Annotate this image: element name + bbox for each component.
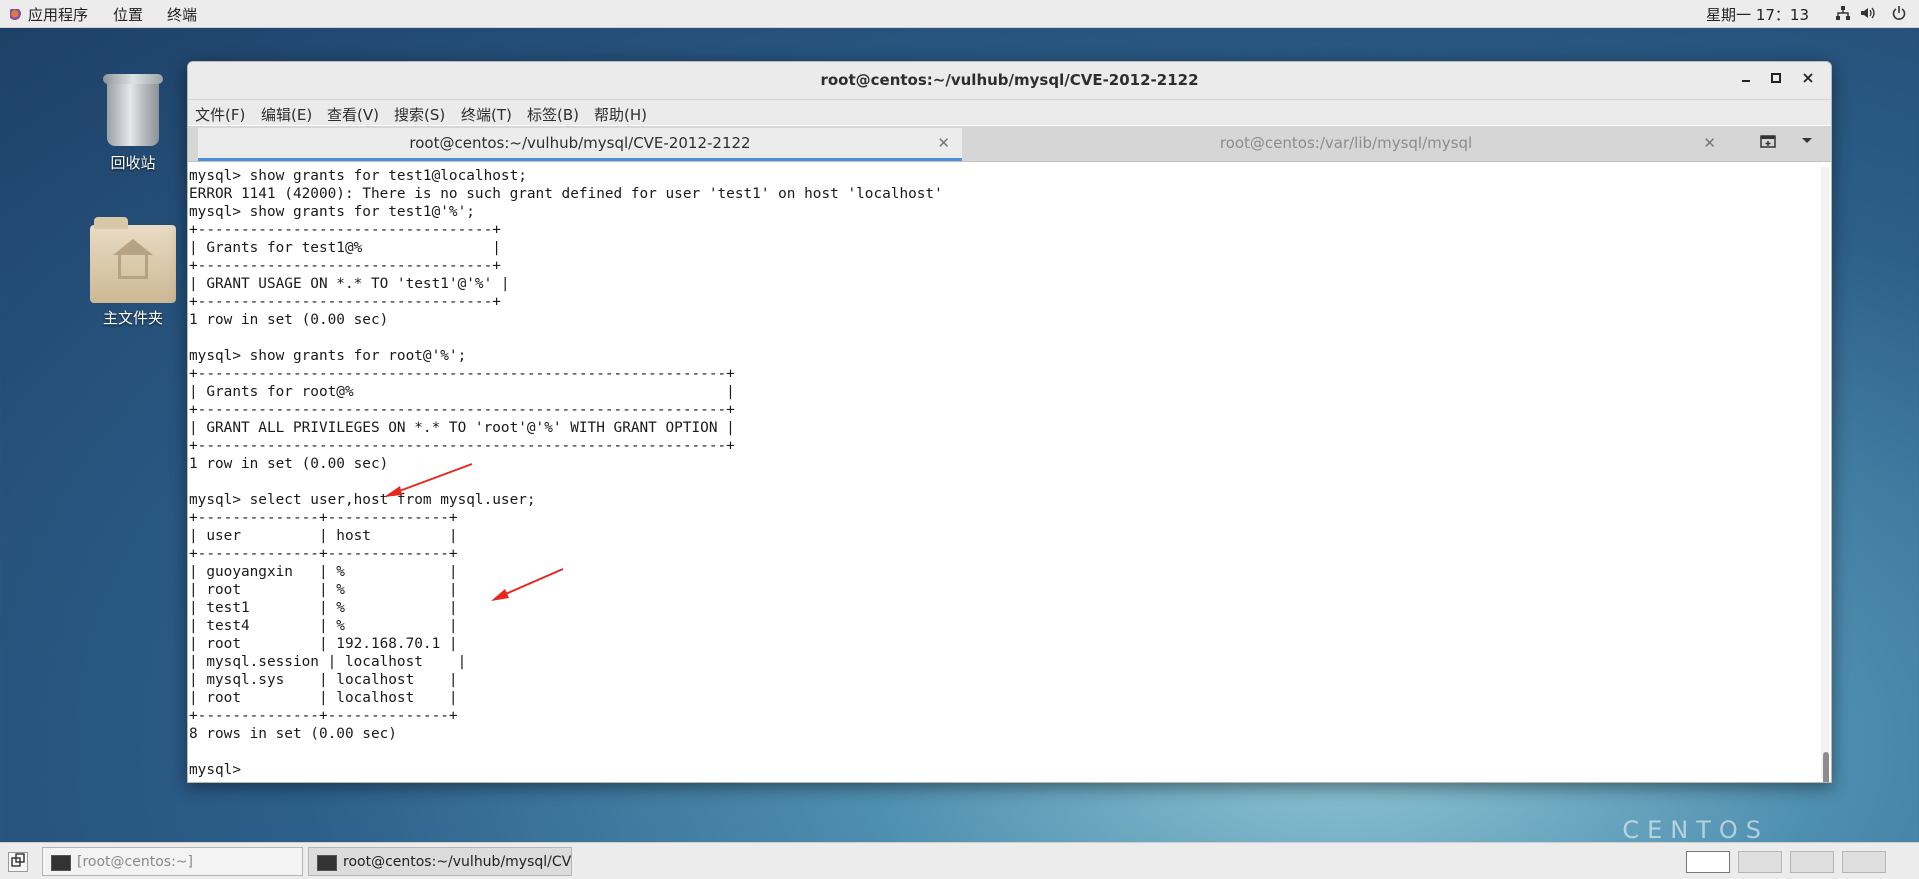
home-folder-icon [90,217,176,303]
terminal-line: | guoyangxin | % | [189,564,458,580]
terminal-line: +---------------------------------------… [189,438,735,454]
menu-search[interactable]: 搜索(S) [394,104,445,125]
workspace-1[interactable] [1686,851,1730,873]
centos-watermark: CENTOS [1622,816,1769,844]
terminal-line: mysql> [189,762,250,778]
terminal-line: +----------------------------------+ [189,294,501,310]
terminal-line: ERROR 1141 (42000): There is no such gra… [189,186,943,202]
menu-terminal[interactable]: 终端(T) [461,104,512,125]
terminal-line: | Grants for root@% | [189,384,735,400]
terminal-line: mysql> show grants for root@'%'; [189,348,467,364]
workspace-4[interactable] [1842,851,1886,873]
terminal-line: | test4 | % | [189,618,458,634]
menu-view[interactable]: 查看(V) [327,104,379,125]
terminal-line: | root | % | [189,582,458,598]
taskbar-item-cve-terminal[interactable]: root@centos:~/vulhub/mysql/CVE-2… [308,847,572,876]
terminal-line: | GRANT USAGE ON *.* TO 'test1'@'%' | [189,276,510,292]
window-title: root@centos:~/vulhub/mysql/CVE-2012-2122 [820,71,1199,89]
tab-list-dropdown[interactable] [1797,134,1817,154]
show-desktop-icon [11,853,25,867]
top-panel: 应用程序 位置 终端 星期一 17：13 [0,0,1919,28]
terminal-line: | root | 192.168.70.1 | [189,636,458,652]
terminal-icon [317,855,337,871]
network-icon[interactable] [1835,5,1851,21]
minimize-icon [1742,80,1750,82]
menu-help[interactable]: 帮助(H) [594,104,647,125]
applications-menu-label: 应用程序 [28,6,89,24]
terminal-window[interactable]: root@centos:~/vulhub/mysql/CVE-2012-2122… [187,61,1832,783]
scrollbar-thumb[interactable] [1823,752,1829,782]
terminal-line: +--------------+--------------+ [189,510,458,526]
terminal-line: 8 rows in set (0.00 sec) [189,726,397,742]
terminal-line: mysql> show grants for test1@localhost; [189,168,527,184]
window-titlebar[interactable]: root@centos:~/vulhub/mysql/CVE-2012-2122 [188,62,1831,100]
terminal-icon [51,855,71,871]
menu-tabs[interactable]: 标签(B) [527,104,579,125]
trash-icon [103,74,163,146]
terminal-line: | root | localhost | [189,690,458,706]
annotation-arrow-icon [384,463,473,497]
terminal-line: mysql> show grants for test1@'%'; [189,204,475,220]
taskbar-item-label: root@centos:~/vulhub/mysql/CVE-2… [343,854,572,870]
home-folder-label: 主文件夹 [102,309,163,327]
volume-icon[interactable] [1859,5,1875,21]
workspace-2[interactable] [1738,851,1782,873]
trash-label: 回收站 [110,154,156,172]
gnome-foot-icon [10,8,22,21]
terminal-line: +---------------------------------------… [189,366,735,382]
terminal-line: | Grants for test1@% | [189,240,501,256]
terminal-line: +---------------------------------------… [189,402,735,418]
terminal-line: | GRANT ALL PRIVILEGES ON *.* TO 'root'@… [189,420,735,436]
home-folder-desktop-icon[interactable]: 主文件夹 [78,217,188,328]
terminal-line: +--------------+--------------+ [189,546,458,562]
terminal-line: | mysql.session | localhost | [189,654,467,670]
clock[interactable]: 星期一 17：13 [1706,4,1809,25]
tab-bar: root@centos:~/vulhub/mysql/CVE-2012-2122… [188,126,1831,162]
applications-menu[interactable]: 应用程序 [10,4,88,25]
maximize-icon [1771,73,1781,83]
terminal-line: 1 row in set (0.00 sec) [189,312,389,328]
maximize-button[interactable] [1767,71,1785,89]
close-tab-icon[interactable]: ✕ [937,128,950,159]
bottom-panel: [root@centos:~] root@centos:~/vulhub/mys… [0,842,1919,879]
chevron-down-icon [1802,138,1812,143]
close-button[interactable] [1799,71,1817,89]
close-icon [1803,73,1813,83]
window-menubar: 文件(F) 编辑(E) 查看(V) 搜索(S) 终端(T) 标签(B) 帮助(H… [188,100,1831,125]
terminal-line: +----------------------------------+ [189,222,501,238]
show-desktop-button[interactable] [8,852,28,872]
tab-cve-2012-2122[interactable]: root@centos:~/vulhub/mysql/CVE-2012-2122… [198,128,962,161]
power-icon[interactable] [1891,5,1907,21]
annotation-arrow-icon [491,568,564,601]
places-menu[interactable]: 位置 [113,4,143,25]
terminal-app-menu[interactable]: 终端 [167,4,197,25]
menu-edit[interactable]: 编辑(E) [261,104,312,125]
tab-label: root@centos:~/vulhub/mysql/CVE-2012-2122 [409,134,751,152]
menu-file[interactable]: 文件(F) [195,104,245,125]
tab-var-lib-mysql[interactable]: root@centos:/var/lib/mysql/mysql ✕ [964,128,1728,161]
taskbar-item-label: [root@centos:~] [77,854,193,870]
new-tab-button[interactable] [1759,134,1779,154]
trash-desktop-icon[interactable]: 回收站 [78,74,188,173]
workspace-3[interactable] [1790,851,1834,873]
tab-label: root@centos:/var/lib/mysql/mysql [1219,134,1473,152]
terminal-line: | mysql.sys | localhost | [189,672,458,688]
terminal-line: | user | host | [189,528,458,544]
taskbar-item-home-terminal[interactable]: [root@centos:~] [42,847,303,876]
terminal-line: +--------------+--------------+ [189,708,458,724]
new-tab-icon [1760,135,1776,148]
minimize-button[interactable] [1737,71,1755,89]
scrollbar-track[interactable] [1821,167,1829,779]
close-tab-icon[interactable]: ✕ [1703,128,1716,159]
terminal-line: | test1 | % | [189,600,458,616]
terminal-line: +----------------------------------+ [189,258,501,274]
